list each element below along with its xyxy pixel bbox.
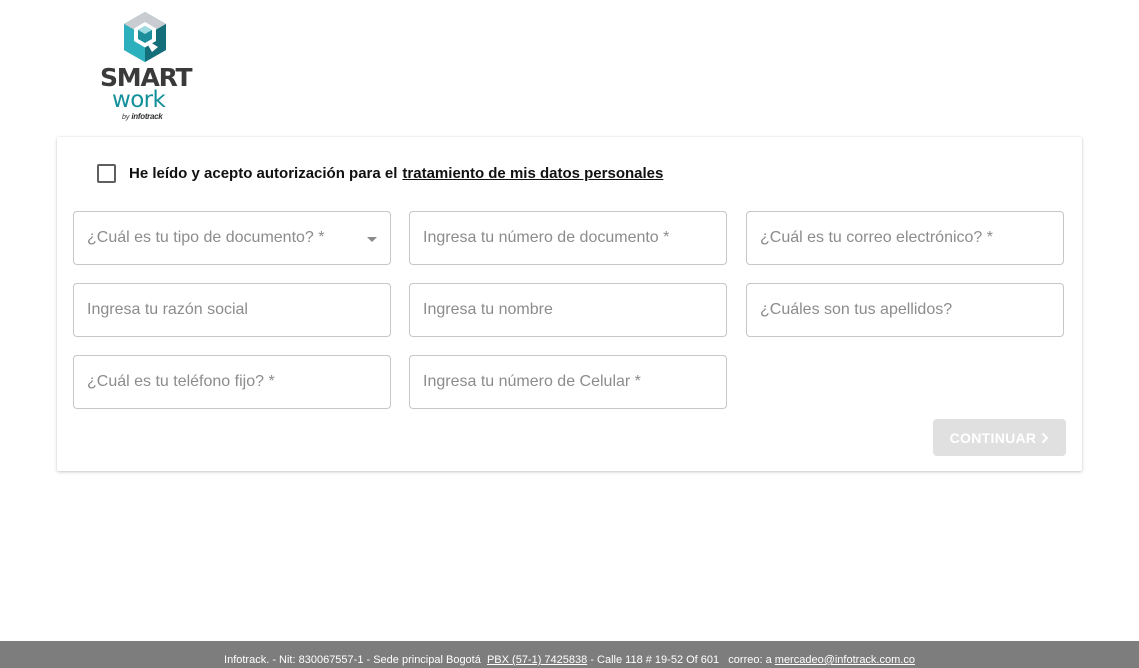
footer-email-link[interactable]: mercadeo@infotrack.com.co	[775, 654, 915, 666]
email-input[interactable]	[747, 212, 1063, 264]
first-name-field[interactable]	[409, 283, 727, 337]
landline-input[interactable]	[74, 356, 390, 408]
logo-by: by	[122, 114, 130, 121]
consent-label: He leído y acepto autorización para el	[129, 165, 398, 182]
logo-text-work: work	[112, 87, 166, 113]
footer: Infotrack. - Nit: 830067557-1 - Sede pri…	[0, 641, 1139, 668]
mobile-field[interactable]	[409, 355, 727, 409]
footer-address: - Calle 118 # 19-52 Of 601 correo: a	[587, 654, 775, 666]
logo-company: infotrack	[131, 112, 163, 121]
smartwork-logo: SMART work by infotrack	[96, 10, 196, 125]
logo-mark-icon	[124, 12, 166, 62]
document-number-input[interactable]	[410, 212, 726, 264]
privacy-policy-link[interactable]: tratamiento de mis datos personales	[402, 165, 663, 182]
document-type-input[interactable]	[74, 212, 390, 264]
footer-pbx-link[interactable]: PBX (57-1) 7425838	[487, 654, 587, 666]
last-names-input[interactable]	[747, 284, 1063, 336]
business-name-input[interactable]	[74, 284, 390, 336]
chevron-right-icon	[1042, 432, 1049, 443]
footer-company-info: Infotrack. - Nit: 830067557-1 - Sede pri…	[224, 654, 487, 666]
document-type-select[interactable]	[73, 211, 391, 265]
landline-field[interactable]	[73, 355, 391, 409]
continue-button[interactable]: CONTINUAR	[933, 419, 1066, 456]
first-name-input[interactable]	[410, 284, 726, 336]
document-number-field[interactable]	[409, 211, 727, 265]
page: SMART work by infotrack He leído y acept…	[0, 0, 1139, 668]
email-field[interactable]	[746, 211, 1064, 265]
last-names-field[interactable]	[746, 283, 1064, 337]
registration-form-card: He leído y acepto autorización para el t…	[57, 137, 1082, 471]
consent-row: He leído y acepto autorización para el t…	[97, 164, 663, 183]
mobile-input[interactable]	[410, 356, 726, 408]
logo-byline: by infotrack	[122, 112, 163, 121]
continue-label: CONTINUAR	[949, 429, 1037, 446]
consent-checkbox[interactable]	[97, 164, 116, 183]
business-name-field[interactable]	[73, 283, 391, 337]
dropdown-arrow-icon[interactable]	[367, 237, 377, 242]
